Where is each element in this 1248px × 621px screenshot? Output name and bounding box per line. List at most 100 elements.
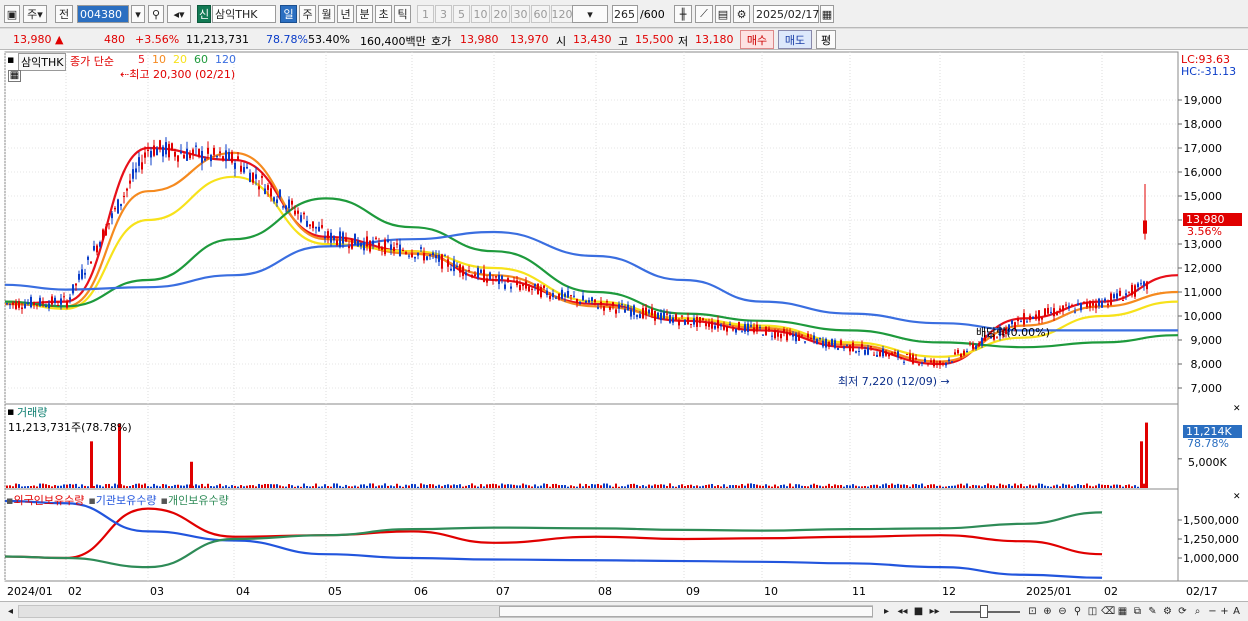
refresh-icon[interactable]: ⟳ [1176, 605, 1189, 618]
stock-name-field[interactable]: 삼익THK [212, 5, 276, 23]
ma-legend-1[interactable]: 10 [152, 53, 166, 66]
market-select[interactable]: 전 [55, 5, 73, 23]
minute-tab-7[interactable]: 120 [551, 5, 573, 23]
minute-tab-3[interactable]: 10 [471, 5, 490, 23]
candle-body [1146, 281, 1148, 290]
minute-tab-1[interactable]: 3 [435, 5, 452, 23]
scroll-left-icon[interactable]: ◂ [4, 605, 17, 618]
scroll-thumb[interactable] [499, 606, 873, 617]
eraser-icon[interactable]: ⌫ [1101, 605, 1115, 618]
volume-bar [534, 484, 536, 488]
minute-tab-5[interactable]: 30 [511, 5, 530, 23]
evaluate-button[interactable]: 평 [816, 30, 836, 49]
line-draw-icon[interactable]: ⟋ [695, 5, 713, 23]
bar-count-input[interactable]: 265 [612, 5, 638, 23]
volume-bar [291, 485, 293, 488]
buy-button[interactable]: 매수 [740, 30, 774, 49]
date-input[interactable]: 2025/02/17 [753, 5, 819, 23]
grid-icon[interactable]: ▦ [1116, 605, 1129, 618]
candle-body [729, 323, 731, 326]
magnify-icon[interactable]: ⌕ [1191, 605, 1204, 618]
panel-menu-icon[interactable]: ▪ [7, 53, 14, 66]
volume-bar [186, 484, 188, 488]
rewind-icon[interactable]: ◂◂ [896, 605, 909, 618]
period-tab-0[interactable]: 일 [280, 5, 297, 23]
candle-body [423, 253, 425, 261]
minute-tab-0[interactable]: 1 [417, 5, 434, 23]
volume-bar [15, 483, 17, 488]
candle-type-icon[interactable]: ╫ [674, 5, 692, 23]
holder-legend-0[interactable]: ▪외국인보유수량 [6, 494, 84, 507]
brush-icon[interactable]: ✎ [1146, 605, 1159, 618]
volume-bar [342, 486, 344, 488]
volume-bar [651, 485, 653, 488]
volume-bar [1113, 484, 1115, 488]
holder-legend-2[interactable]: ▪개인보유수량 [161, 494, 229, 507]
volume-bar [369, 483, 371, 488]
minute-tab-2[interactable]: 5 [453, 5, 470, 23]
layout-icon[interactable]: ▣ [4, 5, 20, 23]
sell-button[interactable]: 매도 [778, 30, 812, 49]
minute-tab-4[interactable]: 20 [491, 5, 510, 23]
forward-icon[interactable]: ▸▸ [928, 605, 941, 618]
ma-legend-3[interactable]: 60 [194, 53, 208, 66]
candle-body [303, 212, 305, 215]
candle-body [54, 297, 56, 303]
font-size-icon[interactable]: A [1230, 605, 1243, 618]
period-tab-3[interactable]: 년 [337, 5, 354, 23]
chart-stock-name[interactable]: 삼익THK [18, 53, 67, 71]
volume-bar [123, 485, 125, 488]
candle-body [30, 296, 32, 308]
search-icon[interactable]: ⚲ [148, 5, 164, 23]
stock-type-select[interactable]: 주 ▾ [23, 5, 47, 23]
minute-tab-6[interactable]: 60 [531, 5, 550, 23]
candle-body [975, 345, 977, 350]
gear-icon[interactable]: ⚙ [733, 5, 750, 23]
volume-close-icon[interactable]: ✕ [1233, 404, 1241, 414]
candle-body [639, 314, 641, 319]
code-dropdown-icon[interactable]: ▾ [131, 5, 145, 23]
zoom-out-icon[interactable]: ⊖ [1056, 605, 1069, 618]
ma-legend-2[interactable]: 20 [173, 53, 187, 66]
holder-close-icon[interactable]: ✕ [1233, 492, 1241, 502]
zoom-in-icon[interactable]: ⊕ [1041, 605, 1054, 618]
volume-bar [858, 486, 860, 488]
candle-body [846, 344, 848, 346]
period-tab-1[interactable]: 주 [299, 5, 316, 23]
chart-area[interactable]: 19,00018,00017,00016,00015,00014,00013,0… [0, 51, 1248, 601]
period-tab-2[interactable]: 월 [318, 5, 335, 23]
calendar-icon[interactable]: ▦ [820, 5, 834, 23]
stop-icon[interactable]: ■ [912, 605, 925, 618]
settings-icon[interactable]: ⚙ [1161, 605, 1174, 618]
volume-bar [750, 483, 752, 488]
ma-legend-0[interactable]: 5 [138, 53, 145, 66]
holder-legend-1[interactable]: ▪기관보유수량 [88, 494, 156, 507]
volume-bar [804, 486, 806, 488]
period-tab-5[interactable]: 초 [375, 5, 392, 23]
table-icon[interactable]: ▦ [8, 70, 21, 82]
search-chart-icon[interactable]: ⚲ [1071, 605, 1084, 618]
copy-icon[interactable]: ⧉ [1131, 605, 1144, 618]
candle-body [1068, 305, 1070, 309]
stock-code-input[interactable]: 004380 [77, 5, 129, 23]
scroll-right-icon[interactable]: ▸ [880, 605, 893, 618]
candle-body [1029, 315, 1031, 321]
crosshair-icon[interactable]: ⊡ [1026, 605, 1039, 618]
scroll-track[interactable] [18, 605, 873, 618]
sound-icon[interactable]: ◂▾ [167, 5, 191, 23]
volume-bar [1050, 486, 1052, 488]
price-value: 13,980 [13, 33, 52, 46]
ma-legend-4[interactable]: 120 [215, 53, 236, 66]
interval-dropdown[interactable]: ▾ [572, 5, 608, 23]
text-icon[interactable]: ◫ [1086, 605, 1099, 618]
period-tab-4[interactable]: 분 [356, 5, 373, 23]
save-icon[interactable]: ▤ [715, 5, 731, 23]
volume-bar [720, 486, 722, 488]
volume-bar [345, 484, 347, 488]
volume-bar [933, 484, 935, 488]
period-tab-6[interactable]: 틱 [394, 5, 411, 23]
candle-body [612, 302, 614, 306]
volume-bar [1107, 484, 1109, 488]
zoom-handle[interactable] [980, 605, 988, 618]
volume-bar [768, 485, 770, 488]
